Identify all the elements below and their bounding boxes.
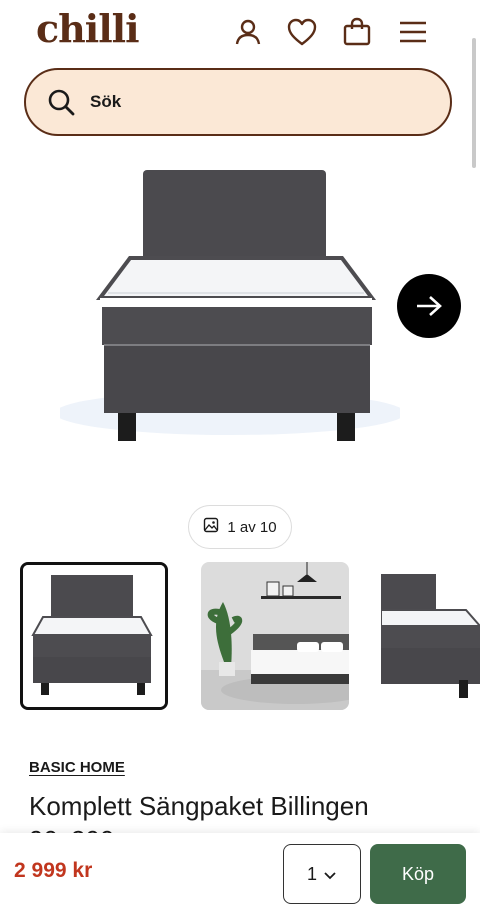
buy-button[interactable]: Köp (370, 844, 466, 904)
thumbnail-3[interactable] (381, 562, 480, 710)
next-image-button[interactable] (397, 274, 461, 338)
search-input[interactable] (88, 91, 392, 113)
search-icon (46, 87, 76, 117)
purchase-bar: 2 999 kr 1 Köp (0, 833, 480, 913)
quantity-value: 1 (306, 863, 317, 884)
thumbnail-2[interactable] (201, 562, 349, 710)
menu-icon[interactable] (396, 15, 430, 49)
page-scrollbar[interactable] (472, 38, 476, 168)
quantity-select[interactable]: 1 (283, 844, 361, 904)
image-counter-text: 1 av 10 (227, 518, 277, 536)
product-price: 2 999 kr (14, 859, 93, 882)
product-main-image[interactable] (55, 165, 405, 455)
shopping-bag-icon[interactable] (340, 15, 374, 49)
arrow-right-icon (417, 296, 442, 316)
chilli-logo[interactable]: chilli (36, 6, 140, 51)
user-icon[interactable] (231, 15, 265, 49)
chevron-down-icon (323, 864, 337, 885)
search-bar[interactable] (24, 68, 452, 136)
product-brand-link[interactable]: BASIC HOME (29, 759, 125, 776)
image-counter: 1 av 10 (188, 505, 292, 549)
site-header: chilli (0, 0, 480, 66)
thumbnail-1[interactable] (20, 562, 168, 710)
image-gallery-icon (203, 517, 219, 537)
heart-icon[interactable] (285, 15, 319, 49)
